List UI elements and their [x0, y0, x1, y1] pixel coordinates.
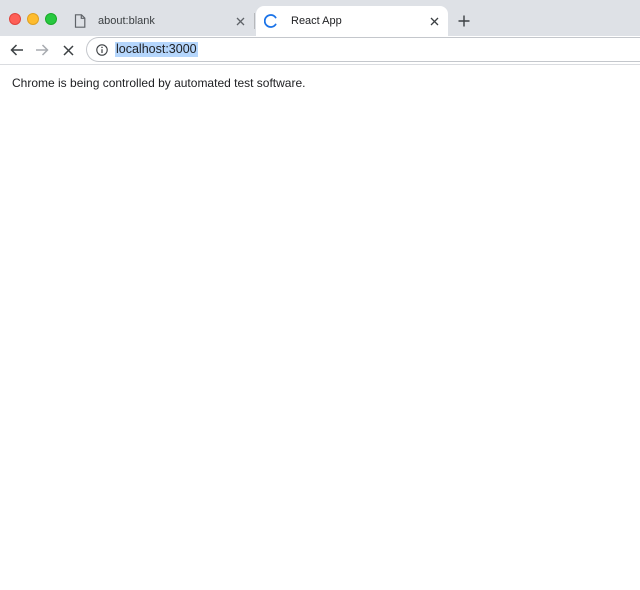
- window-close-button[interactable]: [9, 13, 21, 25]
- plus-icon: [458, 15, 470, 27]
- tab-react-app[interactable]: React App: [256, 6, 448, 36]
- infobar-message: Chrome is being controlled by automated …: [12, 76, 306, 90]
- page-icon: [72, 13, 88, 29]
- info-icon[interactable]: [95, 43, 109, 57]
- forward-button[interactable]: [32, 40, 52, 60]
- close-tab-icon[interactable]: [232, 13, 248, 29]
- arrow-left-icon: [10, 44, 23, 56]
- back-button[interactable]: [7, 40, 27, 60]
- loading-spinner-icon: [263, 13, 279, 29]
- address-text[interactable]: localhost:3000: [115, 42, 198, 57]
- tab-title: about:blank: [98, 15, 155, 27]
- stop-loading-button[interactable]: [58, 40, 78, 60]
- new-tab-button[interactable]: [455, 12, 473, 30]
- close-tab-icon[interactable]: [426, 13, 442, 29]
- arrow-right-icon: [36, 44, 49, 56]
- browser-toolbar: localhost:3000: [0, 36, 640, 64]
- address-bar[interactable]: localhost:3000: [86, 37, 640, 62]
- window-minimize-button[interactable]: [27, 13, 39, 25]
- tab-about-blank[interactable]: about:blank: [64, 6, 254, 36]
- tab-divider: [254, 13, 255, 29]
- automation-infobar: Chrome is being controlled by automated …: [0, 64, 640, 101]
- window-maximize-button[interactable]: [45, 13, 57, 25]
- tab-title: React App: [291, 15, 342, 27]
- tab-strip: about:blank React App: [0, 0, 640, 36]
- page-content: [0, 101, 640, 590]
- close-icon: [62, 44, 74, 56]
